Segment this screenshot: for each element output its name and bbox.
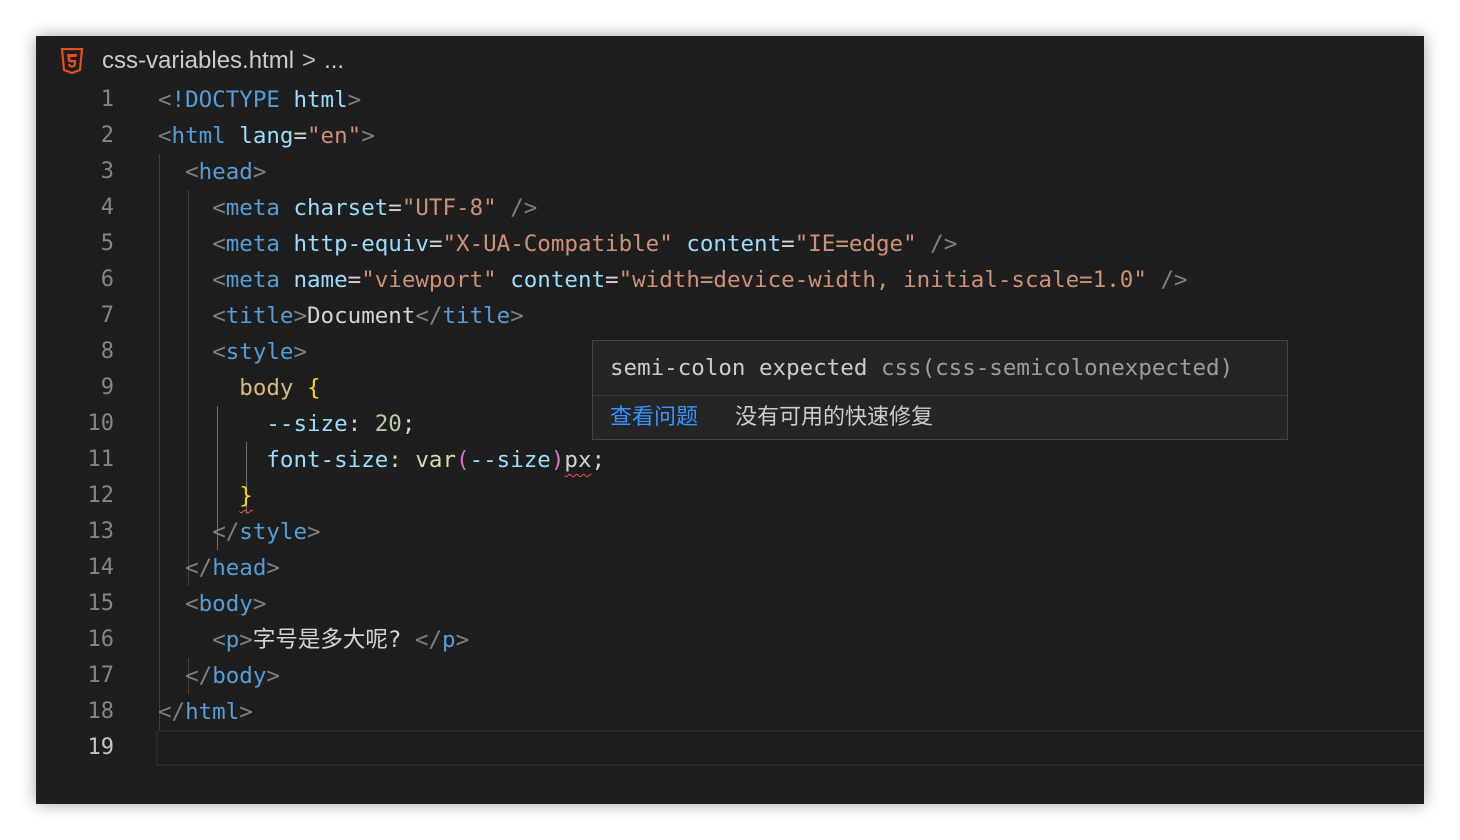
error-squiggle: } [239,483,253,509]
code-line-4: <meta charset="UTF-8" /> [212,195,538,221]
code-line-3: <head> [185,159,267,185]
code-line-2: <html lang="en"> [158,123,375,149]
code-line-15: <body> [185,591,267,617]
code-line-1: <!DOCTYPE html> [158,87,362,113]
code-line-6: <meta name="viewport" content="width=dev… [212,267,1188,293]
line-number-gutter: 1 2 3 4 5 6 7 8 9 10 11 12 13 14 15 16 17 18 19 [36,82,115,766]
code-line-18: </html> [158,699,253,725]
code-line-19-current[interactable] [156,730,1424,766]
line-number: 15 [87,591,115,616]
code-line-12: } [158,478,1424,514]
line-number: 18 [87,699,115,724]
code-line-17: </body> [185,663,280,689]
hover-actions: 查看问题 没有可用的快速修复 [593,396,1287,440]
view-problem-link[interactable]: 查看问题 [610,405,698,430]
line-number: 10 [87,411,115,436]
code-line-13: </style> [212,519,321,545]
code-line-14: </head> [185,555,280,581]
line-number: 14 [87,555,115,580]
line-number: 13 [87,519,115,544]
line-number: 4 [100,195,114,220]
code-line-11: font-size: var(--size)px; [266,447,606,473]
html5-icon [60,48,84,74]
line-number: 1 [100,87,114,112]
hover-error-text: semi-colon expected [610,355,868,381]
chevron-right-icon: > [302,47,317,74]
code-editor[interactable]: css-variables.html > ... 1 2 3 4 5 6 7 8 9 10 11 12… [36,36,1424,804]
line-number: 8 [100,339,114,364]
code-line-7: <title>Document</title> [212,303,524,329]
line-number: 12 [87,483,115,508]
no-quick-fix-label: 没有可用的快速修复 [735,405,934,430]
line-number: 2 [100,123,114,148]
hover-error-source: css(css-semicolonexpected) [880,355,1234,381]
line-number: 9 [100,375,114,400]
breadcrumb-more[interactable]: ... [324,47,344,75]
line-number: 6 [100,267,114,292]
breadcrumb-file[interactable]: css-variables.html [102,47,294,75]
error-squiggle: px [564,447,592,473]
hover-message: semi-colon expected css(css-semicolonexp… [593,341,1287,396]
line-number: 17 [87,663,115,688]
line-number: 16 [87,627,115,652]
code-line-16: <p>字号是多大呢? </p> [212,627,470,653]
line-number: 3 [100,159,114,184]
line-number: 11 [87,447,115,472]
breadcrumb: css-variables.html > ... [60,45,344,77]
diagnostic-hover-popup: semi-colon expected css(css-semicolonexp… [592,340,1288,440]
line-number: 5 [100,231,114,256]
line-number: 7 [100,303,114,328]
line-number: 19 [87,735,115,760]
code-line-5: <meta http-equiv="X-UA-Compatible" conte… [212,231,958,257]
